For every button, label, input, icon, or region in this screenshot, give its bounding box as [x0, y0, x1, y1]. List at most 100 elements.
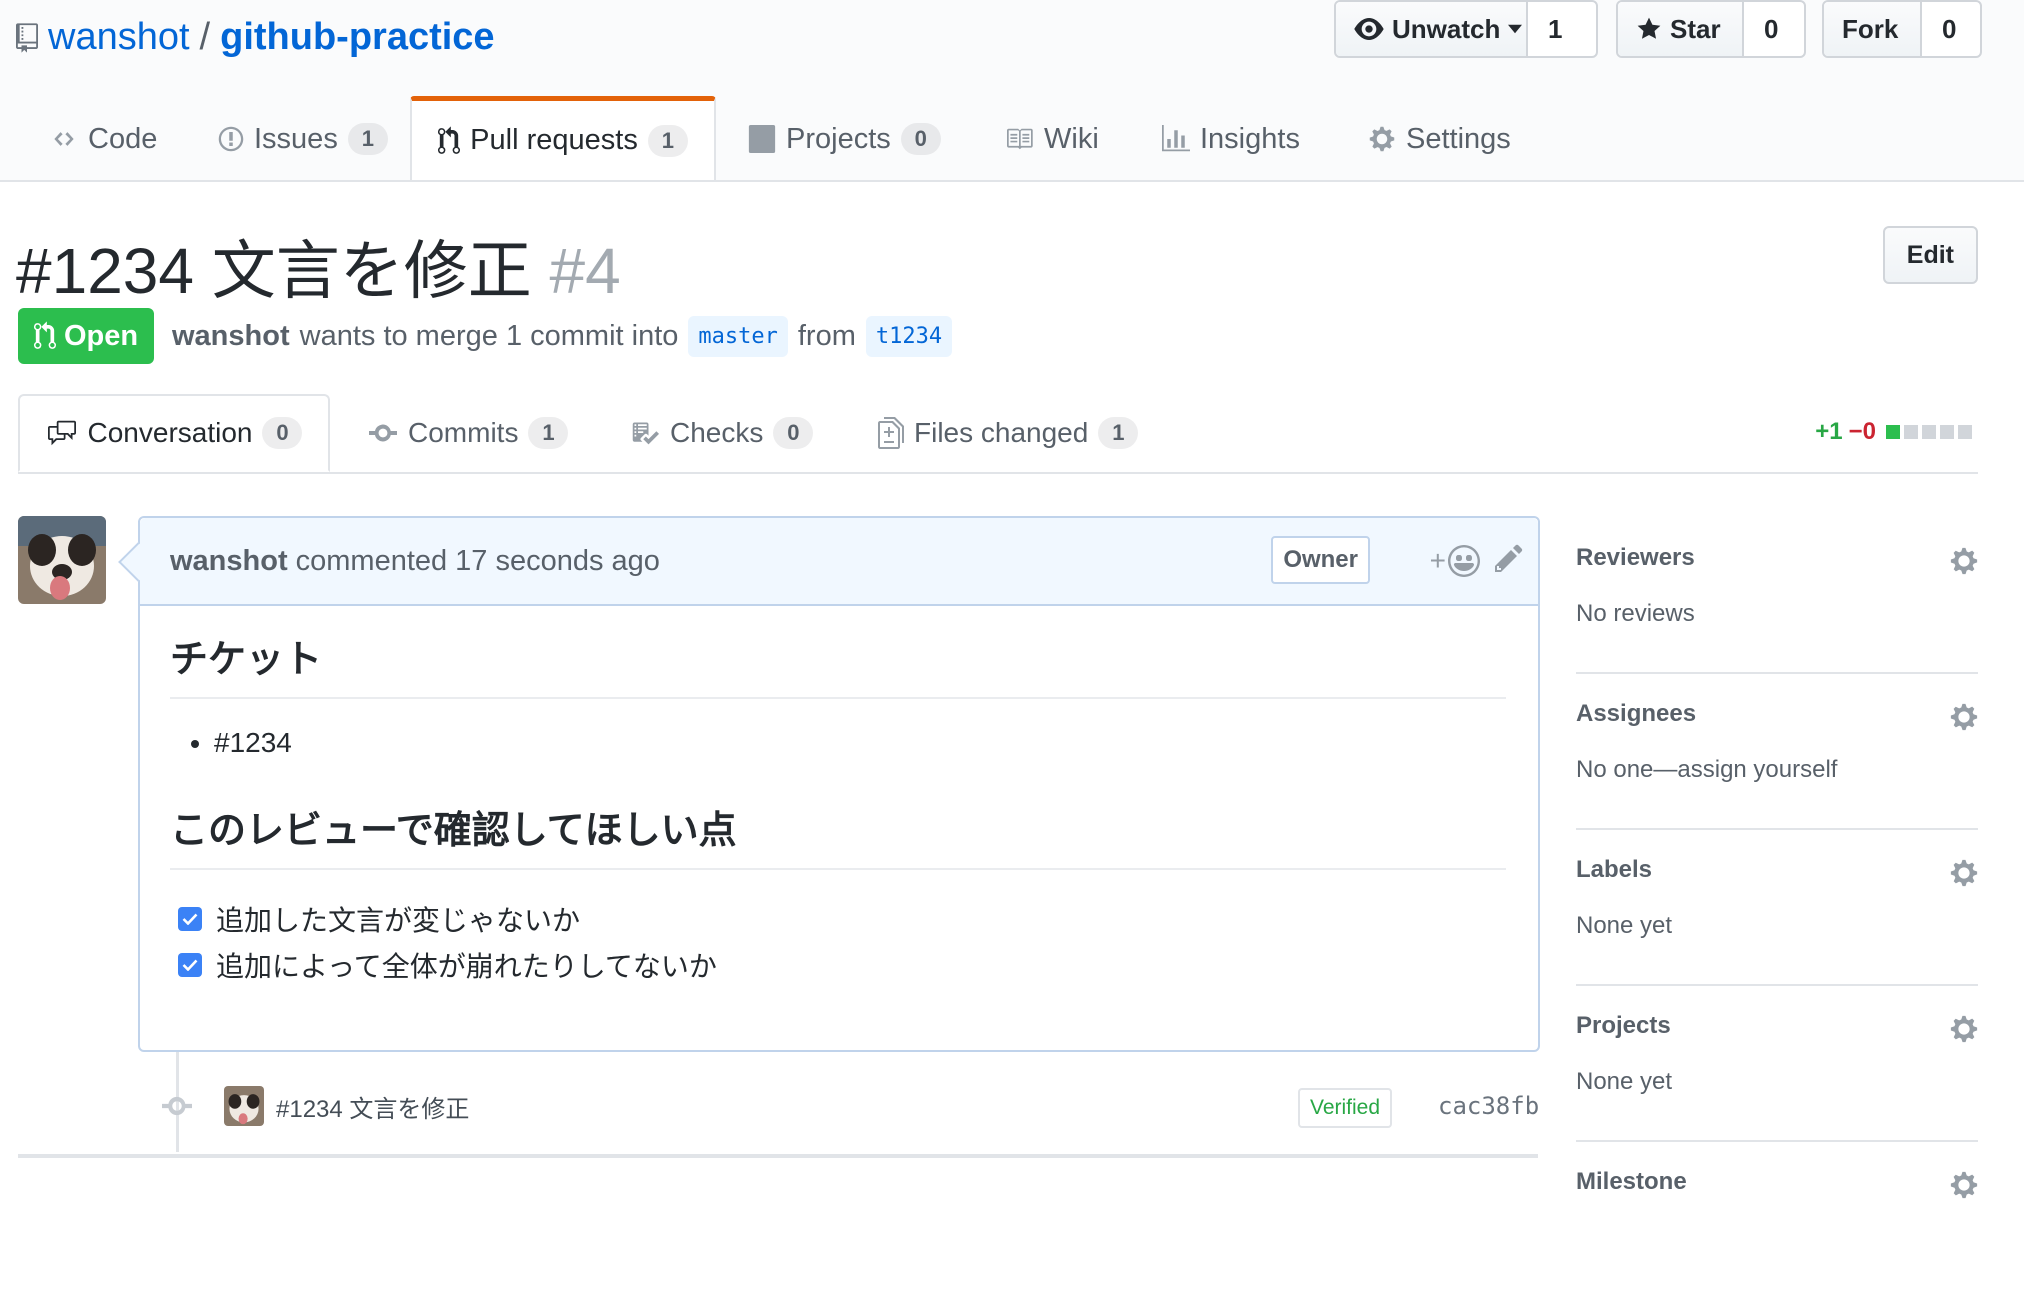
tab-projects-label: Projects [786, 122, 891, 155]
tab-wiki-label: Wiki [1044, 122, 1099, 155]
avatar[interactable] [18, 516, 106, 604]
checkmark-icon [182, 913, 198, 925]
pr-merge-text: wants to merge 1 commit into [299, 319, 679, 352]
tab-projects[interactable]: Projects 0 [748, 98, 941, 180]
verified-badge[interactable]: Verified [1298, 1088, 1393, 1128]
repo-icon [16, 22, 38, 53]
sidebar-heading: Milestone [1576, 1168, 1687, 1195]
diff-icon [878, 417, 904, 449]
pr-author-link[interactable]: wanshot [172, 320, 290, 353]
watchers-count[interactable]: 1 [1526, 2, 1583, 56]
tab-commits-label: Commits [408, 417, 519, 448]
star-button-group: Star 0 [1616, 0, 1806, 58]
owner-badge: Owner [1271, 536, 1370, 584]
comment-header: wanshot commented 17 seconds ago Owner + [140, 518, 1538, 606]
diffstat-blocks [1882, 418, 1972, 446]
tab-pull-requests[interactable]: Pull requests 1 [410, 96, 716, 180]
sidebar-projects: Projects None yet [1576, 988, 1978, 1142]
star-button[interactable]: Star [1618, 2, 1742, 56]
base-branch[interactable]: master [688, 315, 788, 357]
code-icon [50, 128, 78, 150]
commit-sha-link[interactable]: cac38fb [1438, 1086, 1539, 1126]
tab-issues[interactable]: Issues 1 [218, 98, 388, 180]
stargazers-count[interactable]: 0 [1742, 2, 1799, 56]
fork-button-group: Fork 0 [1822, 0, 1982, 58]
graph-icon [1162, 125, 1190, 153]
sidebar-value: None yet [1576, 912, 1673, 939]
repo-header: wanshot / github-practice Unwatch 1 Star… [0, 0, 2024, 182]
task-item: 追加した文言が変じゃないか [178, 896, 1506, 942]
pr-title: #1234 文言を修正 #4 [16, 220, 621, 312]
pr-state-label: Open [64, 319, 139, 352]
gear-icon[interactable] [1950, 1170, 1978, 1205]
task-checkbox[interactable] [178, 953, 202, 977]
comment-heading-ticket: チケット [170, 628, 1506, 699]
sidebar-reviewers: Reviewers No reviews [1576, 520, 1978, 674]
tab-checks[interactable]: Checks 0 [630, 394, 814, 472]
git-commit-icon [368, 423, 398, 443]
task-label: 追加によって全体が崩れたりしてないか [216, 951, 717, 982]
comment-discussion-icon [46, 419, 78, 447]
task-item: 追加によって全体が崩れたりしてないか [178, 942, 1506, 988]
checklist-icon [630, 419, 660, 447]
tab-conversation[interactable]: Conversation 0 [18, 394, 330, 472]
tab-code[interactable]: Code [50, 98, 157, 180]
gear-icon[interactable] [1950, 702, 1978, 737]
pr-number: #4 [549, 235, 621, 307]
star-icon [1636, 16, 1662, 42]
forks-count[interactable]: 0 [1920, 2, 1977, 56]
pencil-icon [1494, 542, 1524, 574]
ticket-list: #1234 [170, 727, 1506, 759]
repo-owner-link[interactable]: wanshot [48, 16, 190, 59]
unwatch-button[interactable]: Unwatch [1336, 2, 1526, 56]
tab-commits[interactable]: Commits 1 [368, 394, 569, 472]
commit-author-avatar[interactable] [224, 1086, 264, 1126]
issues-counter: 1 [347, 123, 388, 155]
repo-title: wanshot / github-practice [16, 16, 495, 59]
tab-settings[interactable]: Settings [1368, 98, 1511, 180]
commit-message-link[interactable]: #1234 文言を修正 [276, 1086, 469, 1126]
gear-icon[interactable] [1950, 858, 1978, 893]
git-commit-icon [162, 1094, 192, 1123]
tab-files-changed-label: Files changed [914, 417, 1089, 448]
tab-files-changed[interactable]: Files changed 1 [878, 394, 1139, 472]
fork-label: Fork [1842, 13, 1899, 44]
sidebar-labels: Labels None yet [1576, 832, 1978, 986]
edit-title-button[interactable]: Edit [1882, 226, 1978, 284]
tab-code-label: Code [88, 122, 158, 155]
task-list: 追加した文言が変じゃないか 追加によって全体が崩れたりしてないか [170, 896, 1506, 988]
edit-comment-button[interactable] [1494, 542, 1524, 579]
avatar-image [224, 1086, 264, 1126]
assign-yourself-link[interactable]: No one—assign yourself [1576, 756, 1837, 784]
diffstat-block [1940, 425, 1954, 439]
tab-issues-label: Issues [254, 122, 338, 155]
fork-button[interactable]: Fork [1824, 2, 1920, 56]
gear-icon[interactable] [1950, 1014, 1978, 1049]
pr-title-text: #1234 文言を修正 [16, 235, 532, 307]
commits-counter: 1 [528, 417, 569, 449]
book-icon [1004, 127, 1034, 151]
head-branch[interactable]: t1234 [865, 315, 953, 357]
sidebar-heading: Projects [1576, 1012, 1671, 1039]
tab-conversation-label: Conversation [87, 417, 253, 448]
gear-icon [1368, 125, 1396, 153]
comment-author-link[interactable]: wanshot [170, 545, 288, 578]
sidebar-heading: Assignees [1576, 700, 1697, 727]
diffstat-additions: +1 [1815, 418, 1843, 445]
repo-name-link[interactable]: github-practice [220, 16, 494, 59]
list-item: #1234 [214, 727, 1506, 759]
gear-icon[interactable] [1950, 546, 1978, 581]
sidebar-milestone: Milestone [1576, 1144, 1978, 1296]
tab-pull-requests-label: Pull requests [470, 124, 638, 156]
comment-body: チケット #1234 このレビューで確認してほしい点 追加した文言が変じゃないか… [170, 628, 1506, 988]
comment-timestamp[interactable]: 17 seconds ago [455, 545, 660, 578]
tab-wiki[interactable]: Wiki [1004, 98, 1099, 180]
comment-heading-review-points: このレビューで確認してほしい点 [170, 799, 1506, 870]
checkmark-icon [182, 959, 198, 971]
unwatch-label: Unwatch [1392, 13, 1501, 44]
tab-insights[interactable]: Insights [1162, 98, 1300, 180]
reaction-plus: + [1429, 545, 1446, 576]
timeline-divider [18, 1154, 1538, 1158]
add-reaction-button[interactable]: + [1430, 540, 1480, 582]
task-checkbox[interactable] [178, 907, 202, 931]
